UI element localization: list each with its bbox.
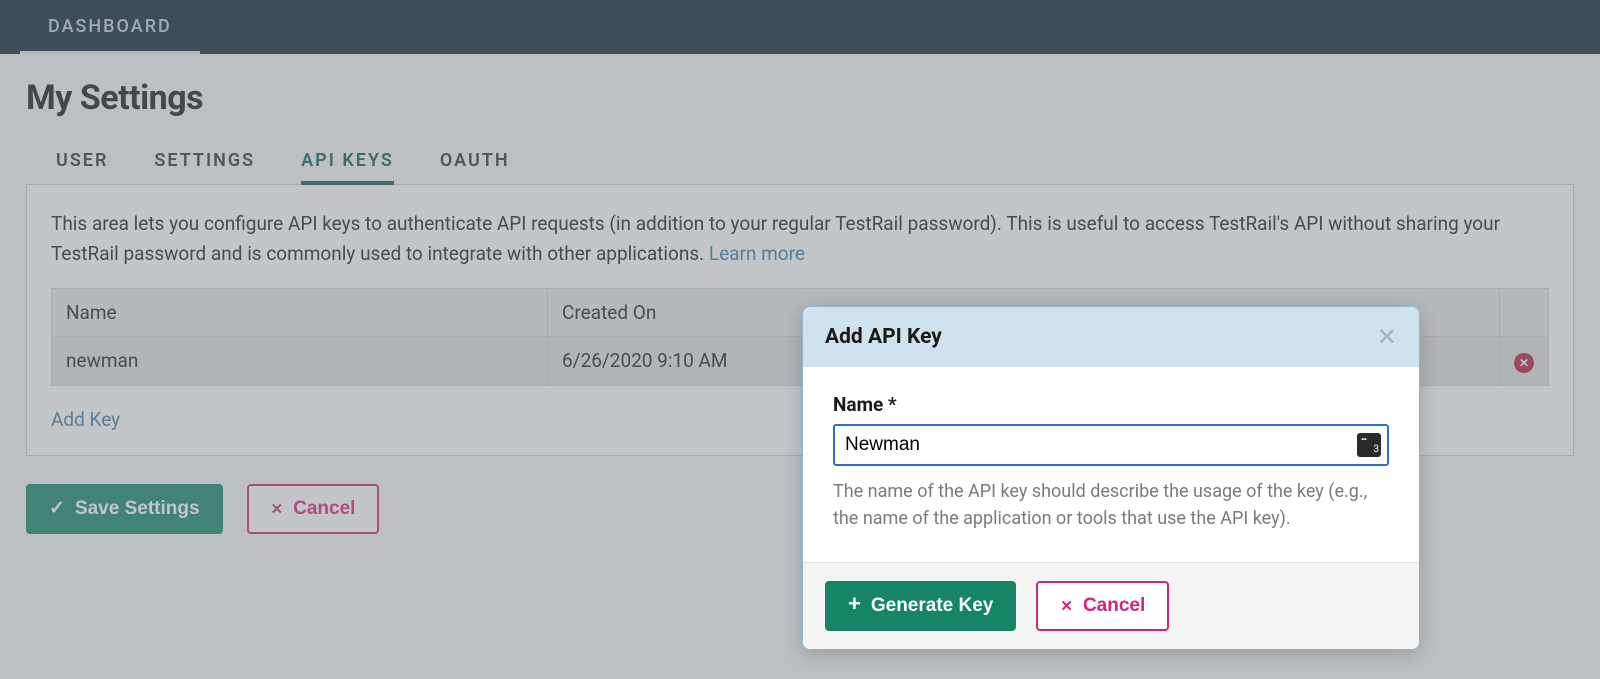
name-field-label: Name * — [833, 393, 1389, 416]
api-key-name-input[interactable] — [833, 424, 1389, 466]
add-api-key-modal: Add API Key ✕ Name * 3 The name of the A… — [802, 306, 1420, 650]
modal-close-icon[interactable]: ✕ — [1377, 325, 1397, 349]
modal-title: Add API Key — [825, 325, 942, 349]
plus-icon — [848, 595, 861, 617]
password-manager-icon[interactable]: 3 — [1357, 433, 1381, 457]
generate-key-label: Generate Key — [871, 595, 994, 617]
modal-body: Name * 3 The name of the API key should … — [803, 367, 1419, 562]
modal-cancel-label: Cancel — [1083, 595, 1145, 617]
name-field-help: The name of the API key should describe … — [833, 478, 1389, 532]
modal-cancel-button[interactable]: Cancel — [1036, 581, 1169, 631]
modal-footer: Generate Key Cancel — [803, 562, 1419, 649]
close-icon — [1060, 595, 1073, 617]
modal-header: Add API Key ✕ — [803, 307, 1419, 367]
generate-key-button[interactable]: Generate Key — [825, 581, 1016, 631]
